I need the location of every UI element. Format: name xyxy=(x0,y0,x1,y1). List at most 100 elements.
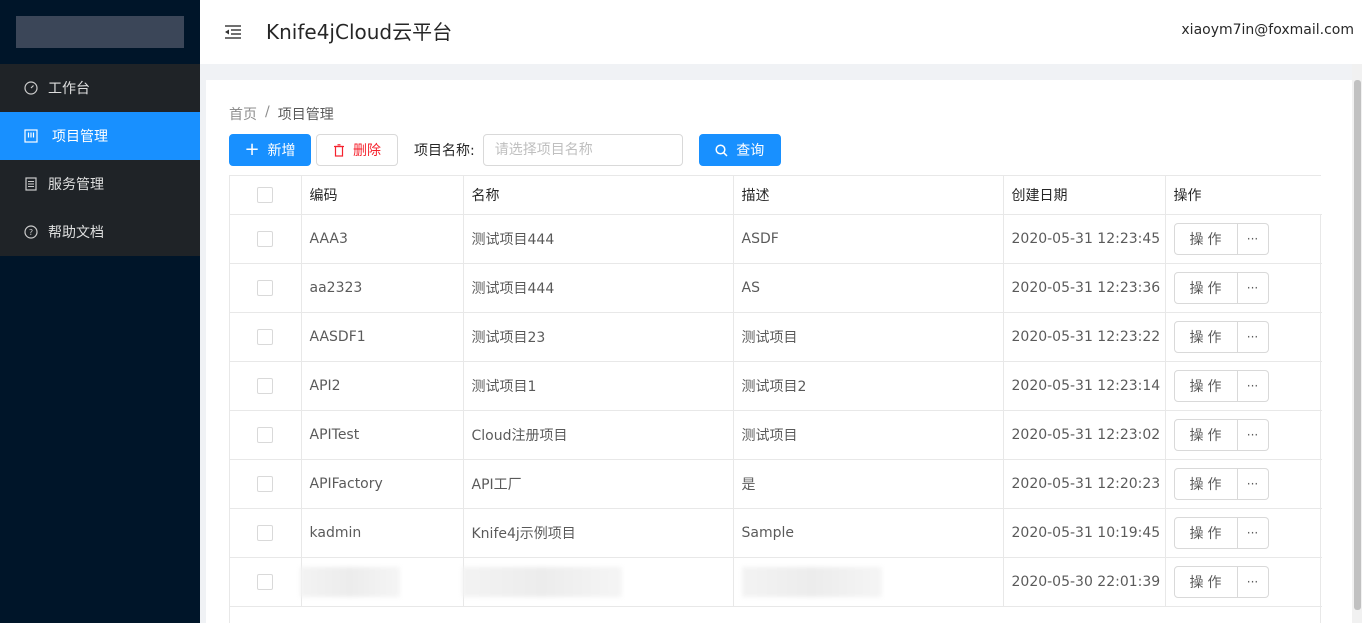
more-icon[interactable]: ··· xyxy=(1237,467,1269,500)
cell-code-redacted xyxy=(299,557,464,607)
logo[interactable] xyxy=(16,16,184,48)
row-checkbox[interactable] xyxy=(257,279,274,296)
row-checkbox[interactable] xyxy=(257,328,274,345)
column-header-actions: 操作 xyxy=(1165,176,1322,215)
cell-desc: Sample xyxy=(733,508,1004,558)
add-button-label: 新增 xyxy=(267,143,296,159)
cell-code: APIFactory xyxy=(301,459,464,509)
more-icon[interactable]: ··· xyxy=(1237,516,1269,549)
cell-date: 2020-05-31 12:23:22 xyxy=(1003,312,1166,362)
cell-code: AASDF1 xyxy=(301,312,464,362)
add-button[interactable]: + 新增 xyxy=(229,134,311,166)
sidebar-item-workbench[interactable]: 工作台 xyxy=(0,64,200,112)
cell-desc: 测试项目2 xyxy=(733,361,1004,411)
cell-name-redacted xyxy=(461,557,734,607)
column-header-desc[interactable]: 描述 xyxy=(733,176,1004,215)
select-all-checkbox[interactable] xyxy=(257,186,274,203)
more-icon[interactable]: ··· xyxy=(1237,320,1269,353)
table-row: kadmin Knife4j示例项目 Sample 2020-05-31 10:… xyxy=(230,508,1322,558)
dashboard-icon xyxy=(24,81,38,95)
operate-button[interactable]: 操作 xyxy=(1173,516,1238,549)
cell-name: Cloud注册项目 xyxy=(463,410,734,460)
row-checkbox[interactable] xyxy=(257,573,274,590)
cell-code: APITest xyxy=(301,410,464,460)
cell-date: 2020-05-30 22:01:39 xyxy=(1003,557,1166,607)
user-email[interactable]: xiaoym7in@foxmail.com xyxy=(1181,22,1354,38)
cell-date: 2020-05-31 12:20:23 xyxy=(1003,459,1166,509)
operate-button[interactable]: 操作 xyxy=(1173,320,1238,353)
sidebar-item-label: 工作台 xyxy=(48,81,90,97)
column-header-date[interactable]: 创建日期 xyxy=(1003,176,1166,215)
trash-icon xyxy=(333,143,345,157)
query-button[interactable]: 查询 xyxy=(698,134,781,166)
cell-desc-redacted xyxy=(733,557,1004,607)
cell-desc: 测试项目 xyxy=(733,410,1004,460)
sidebar: 工作台 项目管理 服务管理 ? 帮助文档 xyxy=(0,0,200,623)
sidebar-item-projects[interactable]: 项目管理 xyxy=(0,112,200,160)
cell-name: 测试项目444 xyxy=(463,214,734,264)
delete-button[interactable]: 删除 xyxy=(316,134,398,166)
operate-button[interactable]: 操作 xyxy=(1173,467,1238,500)
table-header-row: 编码 名称 描述 创建日期 操作 xyxy=(230,176,1322,215)
cell-date: 2020-05-31 12:23:14 xyxy=(1003,361,1166,411)
row-checkbox[interactable] xyxy=(257,426,274,443)
more-icon[interactable]: ··· xyxy=(1237,418,1269,451)
svg-text:?: ? xyxy=(29,228,33,237)
query-button-label: 查询 xyxy=(736,143,765,159)
operate-button[interactable]: 操作 xyxy=(1173,418,1238,451)
cell-desc: ASDF xyxy=(733,214,1004,264)
plus-icon: + xyxy=(244,139,260,160)
cell-date: 2020-05-31 10:19:45 xyxy=(1003,508,1166,558)
cell-date: 2020-05-31 12:23:45 xyxy=(1003,214,1166,264)
breadcrumb-current: 项目管理 xyxy=(277,107,334,123)
cell-name: 测试项目1 xyxy=(463,361,734,411)
row-checkbox[interactable] xyxy=(257,230,274,247)
table-row: aa2323 测试项目444 AS 2020-05-31 12:23:36 操作… xyxy=(230,263,1322,313)
column-header-code[interactable]: 编码 xyxy=(301,176,464,215)
app-title: Knife4jCloud云平台 xyxy=(266,20,453,44)
cell-desc: 是 xyxy=(733,459,1004,509)
more-icon[interactable]: ··· xyxy=(1237,565,1269,598)
search-icon xyxy=(715,143,728,157)
breadcrumb-home[interactable]: 首页 xyxy=(229,104,257,124)
cell-desc: AS xyxy=(733,263,1004,313)
column-header-name[interactable]: 名称 xyxy=(463,176,734,215)
menu-fold-icon[interactable] xyxy=(224,24,242,40)
breadcrumb: 首页 / 项目管理 xyxy=(229,104,334,124)
service-icon xyxy=(24,177,38,191)
more-icon[interactable]: ··· xyxy=(1237,222,1269,255)
more-icon[interactable]: ··· xyxy=(1237,271,1269,304)
content-card: 首页 / 项目管理 + 新增 删除 项目名称: 查询 xyxy=(206,80,1352,623)
select-all-cell xyxy=(230,176,302,215)
operate-button[interactable]: 操作 xyxy=(1173,222,1238,255)
cell-code: API2 xyxy=(301,361,464,411)
cell-code: kadmin xyxy=(301,508,464,558)
more-icon[interactable]: ··· xyxy=(1237,369,1269,402)
row-checkbox[interactable] xyxy=(257,475,274,492)
cell-code: aa2323 xyxy=(301,263,464,313)
operate-button[interactable]: 操作 xyxy=(1173,369,1238,402)
cell-date: 2020-05-31 12:23:02 xyxy=(1003,410,1166,460)
cell-name: Knife4j示例项目 xyxy=(463,508,734,558)
cell-code: AAA3 xyxy=(301,214,464,264)
sidebar-item-help[interactable]: ? 帮助文档 xyxy=(0,208,200,256)
cell-desc: 测试项目 xyxy=(733,312,1004,362)
project-name-label: 项目名称: xyxy=(414,143,475,159)
project-table: 编码 名称 描述 创建日期 操作 AAA3 测试项目444 ASDF 2020-… xyxy=(229,175,1322,623)
scrollbar-thumb[interactable] xyxy=(1354,80,1361,610)
cell-name: API工厂 xyxy=(463,459,734,509)
row-checkbox[interactable] xyxy=(257,524,274,541)
toolbar: + 新增 删除 项目名称: 查询 xyxy=(229,134,781,166)
sidebar-item-services[interactable]: 服务管理 xyxy=(0,160,200,208)
cell-date: 2020-05-31 12:23:36 xyxy=(1003,263,1166,313)
sidebar-item-label: 服务管理 xyxy=(48,177,104,193)
delete-button-label: 删除 xyxy=(353,143,381,159)
table-row: API2 测试项目1 测试项目2 2020-05-31 12:23:14 操作 ·… xyxy=(230,361,1322,411)
project-name-input[interactable] xyxy=(482,134,683,166)
table-row: 2020-05-30 22:01:39 操作 ··· xyxy=(230,557,1322,607)
row-checkbox[interactable] xyxy=(257,377,274,394)
operate-button[interactable]: 操作 xyxy=(1173,271,1238,304)
table-row: APITest Cloud注册项目 测试项目 2020-05-31 12:23:… xyxy=(230,410,1322,460)
breadcrumb-separator: / xyxy=(265,104,270,120)
operate-button[interactable]: 操作 xyxy=(1173,565,1238,598)
